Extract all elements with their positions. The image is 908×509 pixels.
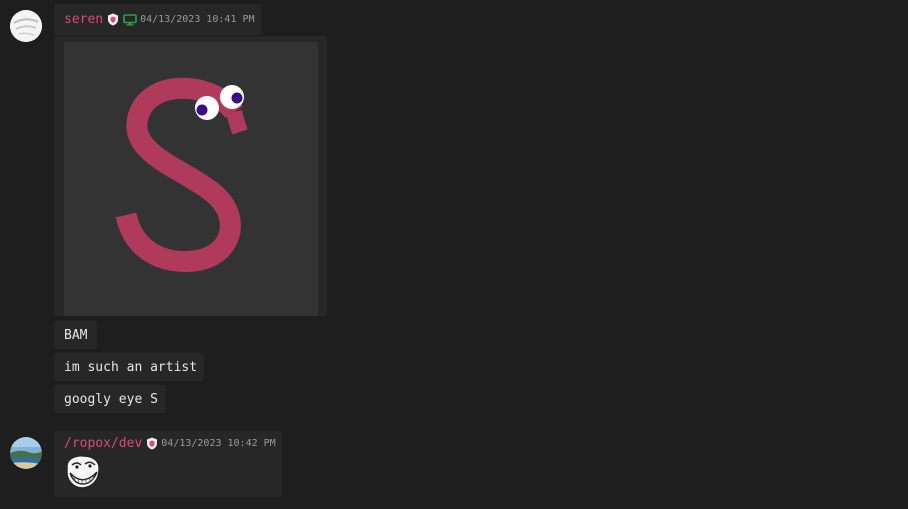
avatar-image: [10, 437, 42, 469]
avatar[interactable]: [10, 437, 42, 469]
avatar-image: [10, 10, 42, 42]
message-text: im such an artist: [64, 360, 198, 375]
message-meta: /ropox/dev 04/13/2023 10:42 PM: [64, 436, 276, 451]
message-meta: seren 04/13/2023 10:41 PM: [64, 12, 255, 27]
avatar[interactable]: [10, 10, 42, 42]
timestamp: 04/13/2023 10:42 PM: [161, 438, 276, 449]
message-text: BAM: [64, 328, 88, 343]
shield-icon: [107, 13, 119, 26]
message-text: googly eye S: [64, 392, 158, 407]
shield-icon: [146, 437, 158, 450]
username[interactable]: /ropox/dev: [64, 436, 142, 451]
googly-eye-s-drawing: [64, 42, 318, 316]
image-attachment[interactable]: [54, 36, 327, 316]
trollface-icon: [64, 454, 102, 494]
username[interactable]: seren: [64, 12, 103, 27]
desktop-icon: [123, 13, 137, 26]
timestamp: 04/13/2023 10:41 PM: [140, 14, 255, 25]
